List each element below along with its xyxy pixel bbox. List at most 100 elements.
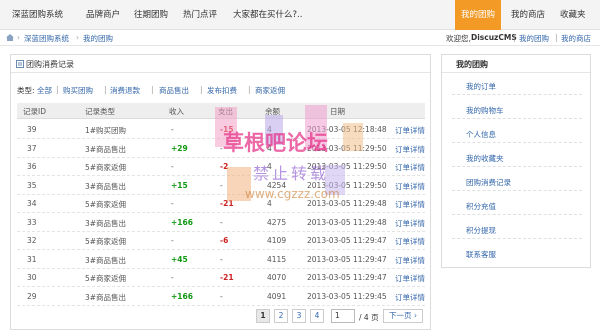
sidebar-item-withdraw[interactable]: 积分提现 [452,221,582,239]
username: DiscuzCMS [471,33,517,42]
table-row: 35 3#商品售出 +15 - 4254 2013-03-05 11:29:50 订单详情 [17,176,425,195]
consumption-records-panel: 团购消费记录 类型: 全部 | 购买团购 | 消费退款 | 商品售出 | 发布扣… [10,54,431,330]
breadcrumb-separator: › [17,33,20,42]
filter-publish-fee[interactable]: 发布扣费 [207,85,237,96]
breadcrumb-item-my-groupbuy[interactable]: 我的团购 [83,33,113,44]
nav-item-past-deals[interactable]: 往期团购 [134,0,168,30]
cell-type: 3#商品售出 [85,144,127,154]
sidebar-header: 我的团购 [442,55,590,73]
page-total: / 4 页 [359,313,379,322]
cell-balance: 4109 [267,236,287,245]
cell-balance: 4275 [267,217,287,227]
filter-rebate[interactable]: 商家返佣 [255,85,285,96]
filter-purchase[interactable]: 购买团购 [63,85,93,96]
order-detail-link[interactable]: 订单详情 [395,273,425,284]
cell-expense: -6 [220,236,229,245]
cell-type: 5#商家返佣 [85,237,127,246]
column-header-date: 日期 [330,107,345,116]
order-detail-link[interactable]: 订单详情 [395,144,425,155]
cell-type: 1#购买团购 [85,126,127,135]
cell-income: +166 [171,217,193,227]
sidebar-item-label: 我的购物车 [466,106,504,115]
nav-item-hot-reviews[interactable]: 热门点评 [183,0,217,30]
order-detail-link[interactable]: 订单详情 [395,181,425,192]
cell-id: 29 [27,291,37,301]
filter-refund[interactable]: 消费退款 [110,85,140,96]
sidebar-title: 我的团购 [456,60,488,69]
sidebar-item-cart[interactable]: 我的购物车 [452,101,582,119]
cell-type: 5#商家返佣 [85,274,127,283]
cell-type: 3#商品售出 [85,181,127,191]
column-header-id: 记录ID [23,107,46,116]
table-row: 33 3#商品售出 +166 - 4275 2013-03-05 11:29:48 订单详情 [17,213,425,232]
filter-separator: | [248,85,251,94]
welcome-link-my-groupbuy[interactable]: 我的团购 [519,33,549,44]
cell-income: +29 [171,143,188,153]
nav-item-favorites[interactable]: 收藏夹 [560,0,586,30]
cell-id: 30 [27,273,37,282]
column-header-type: 记录类型 [85,107,115,116]
page-button-1[interactable]: 1 [256,309,270,323]
cell-date: 2013-03-05 11:29:50 [307,162,387,171]
table-row: 34 5#商家返佣 - -21 4 2013-03-05 11:29:48 订单详情 [17,194,425,213]
order-detail-link[interactable]: 订单详情 [395,218,425,229]
breadcrumb-separator: | [513,33,516,42]
cell-date: 2013-03-05 11:29:48 [307,199,387,208]
order-detail-link[interactable]: 订单详情 [395,236,425,247]
page-button-3[interactable]: 3 [292,309,306,323]
cell-id: 39 [27,125,37,134]
order-detail-link[interactable]: 订单详情 [395,162,425,173]
next-page-button[interactable]: 下一页 › [383,309,423,323]
nav-item-home[interactable]: 深蓝团购系统 [12,0,63,30]
sidebar-item-recharge[interactable]: 积分充值 [452,197,582,215]
order-detail-link[interactable]: 订单详情 [395,255,425,266]
nav-item-my-groupbuy[interactable]: 我的团购 [455,0,501,30]
order-detail-link[interactable]: 订单详情 [395,292,425,303]
nav-item-brands[interactable]: 品牌商户 [86,0,120,30]
panel-header: 团购消费记录 [11,55,430,73]
nav-item-my-shop[interactable]: 我的商店 [511,0,545,30]
cell-type: 5#商家返佣 [85,200,127,209]
sidebar-item-label: 联系客服 [466,250,496,259]
cell-id: 36 [27,162,37,171]
cell-balance: 4070 [267,273,287,282]
table-header: 记录ID 记录类型 收入 支出 余额 日期 [17,103,425,119]
sidebar-item-favorites[interactable]: 我的收藏夹 [452,149,582,167]
cell-type: 3#商品售出 [85,218,127,228]
cell-expense: - [220,291,223,301]
home-icon[interactable] [6,34,14,41]
breadcrumb-item-site[interactable]: 深蓝团购系统 [24,33,69,44]
order-detail-link[interactable]: 订单详情 [395,125,425,136]
cell-id: 33 [27,217,37,227]
cell-balance: 4115 [267,254,287,264]
sidebar-item-contact[interactable]: 联系客服 [452,245,582,263]
cell-expense: -2 [220,162,229,171]
filter-sold[interactable]: 商品售出 [159,85,189,96]
cell-expense: - [220,217,223,227]
sidebar-item-label: 个人信息 [466,130,496,139]
page-button-2[interactable]: 2 [274,309,288,323]
page-jump-input[interactable]: 1 [331,309,355,323]
cell-date: 2013-03-05 11:29:45 [307,291,387,301]
filter-label: 类型: [17,86,35,95]
cell-date: 2013-03-05 11:29:47 [307,273,387,282]
sidebar-item-consumption-records[interactable]: 团购消费记录 [452,173,582,191]
cell-balance: 4 [267,125,272,134]
nav-item-trending[interactable]: 大家都在买什么?.. [233,0,302,30]
welcome-link-my-shop[interactable]: 我的商店 [561,33,591,44]
breadcrumb-separator: › [76,33,79,42]
order-detail-link[interactable]: 订单详情 [395,199,425,210]
cell-income: +45 [171,254,188,264]
cell-income: - [171,236,174,245]
sidebar-item-profile[interactable]: 个人信息 [452,125,582,143]
filter-separator: | [200,85,203,94]
page-button-4[interactable]: 4 [310,309,324,323]
cell-income: - [171,125,174,134]
filter-all[interactable]: 全部 [37,85,52,96]
cell-expense: - [220,180,223,190]
sidebar-item-label: 积分提现 [466,226,496,235]
cell-type: 3#商品售出 [85,255,127,265]
table-row: 31 3#商品售出 +45 - 4115 2013-03-05 11:29:47 订单详情 [17,250,425,269]
sidebar-item-orders[interactable]: 我的订单 [452,77,582,95]
cell-id: 37 [27,143,37,153]
